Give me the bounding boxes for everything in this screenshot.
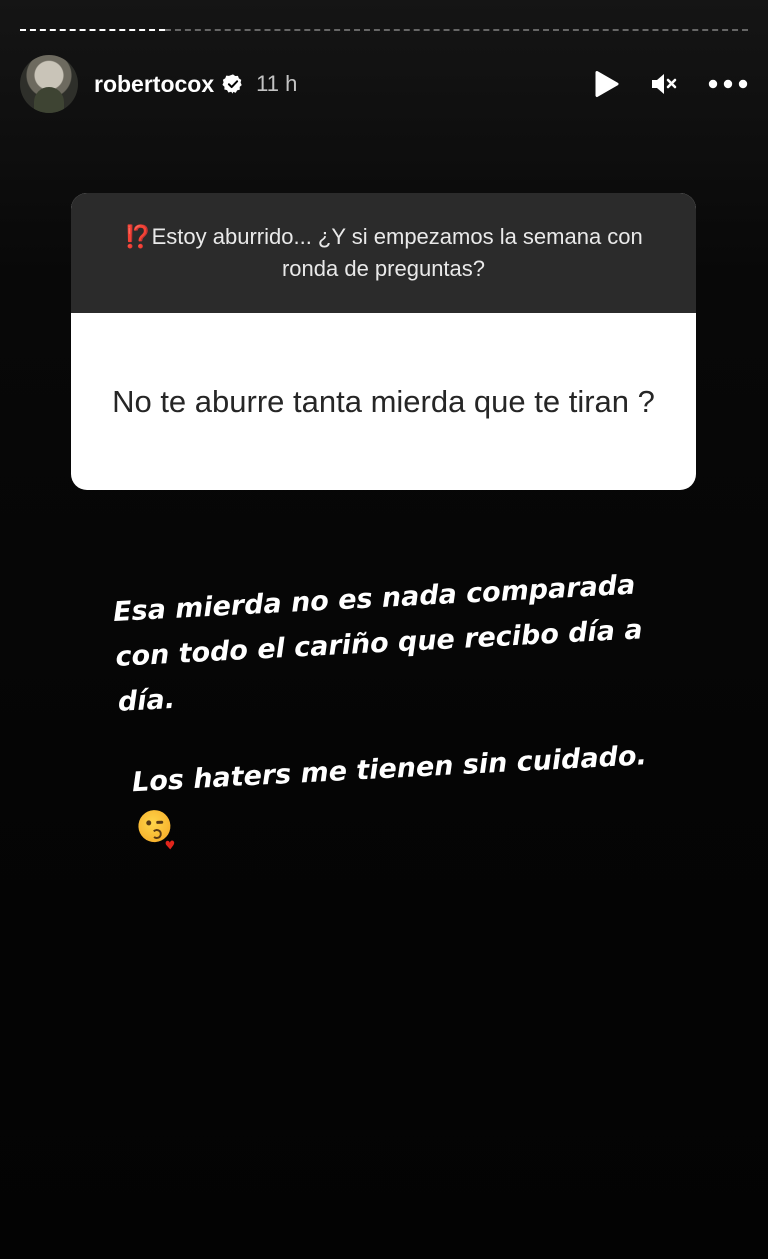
answer-text: No te aburre tanta mierda que te tiran ? (112, 384, 655, 419)
verified-badge-icon (222, 74, 242, 94)
username[interactable]: robertocox (94, 71, 214, 98)
emoji-eye-left (146, 820, 152, 826)
avatar[interactable] (20, 55, 78, 113)
more-options-button[interactable] (708, 79, 748, 89)
emoji-mouth (151, 828, 163, 840)
story-progress-bar (20, 27, 748, 35)
question-text-wrap: ⁉️Estoy aburrido... ¿Y si empezamos la s… (71, 221, 696, 285)
more-options-icon (708, 79, 748, 89)
play-button[interactable] (594, 70, 620, 98)
emoji-eye-right (156, 820, 164, 825)
question-text: Estoy aburrido... ¿Y si empezamos la sem… (151, 224, 643, 281)
post-time: 11 h (256, 71, 298, 96)
reply-paragraph-1: Esa mierda no es nada comparada con todo… (112, 569, 644, 718)
story-viewer[interactable]: robertocox 11 h ⁉️Estoy aburrido... ¿Y s… (0, 0, 768, 1259)
mute-button[interactable] (650, 71, 678, 97)
kissing-heart-emoji: ♥ (137, 809, 176, 853)
interrobang-icon: ⁉️ (124, 224, 152, 249)
progress-segment-remaining (165, 29, 748, 33)
story-controls (594, 70, 748, 98)
question-header: ⁉️Estoy aburrido... ¿Y si empezamos la s… (71, 193, 696, 313)
question-sticker: ⁉️Estoy aburrido... ¿Y si empezamos la s… (71, 193, 696, 490)
emoji-heart: ♥ (164, 838, 176, 853)
progress-segment-viewed (20, 29, 165, 33)
reply-paragraph-2: Los haters me tienen sin cuidado. (131, 740, 648, 799)
answer-box: No te aburre tanta mierda que te tiran ? (71, 313, 696, 490)
story-header: robertocox 11 h (20, 54, 748, 114)
reply-text-block: Esa mierda no es nada comparada con todo… (112, 561, 685, 858)
play-icon (595, 71, 619, 97)
muted-speaker-icon (652, 74, 677, 94)
